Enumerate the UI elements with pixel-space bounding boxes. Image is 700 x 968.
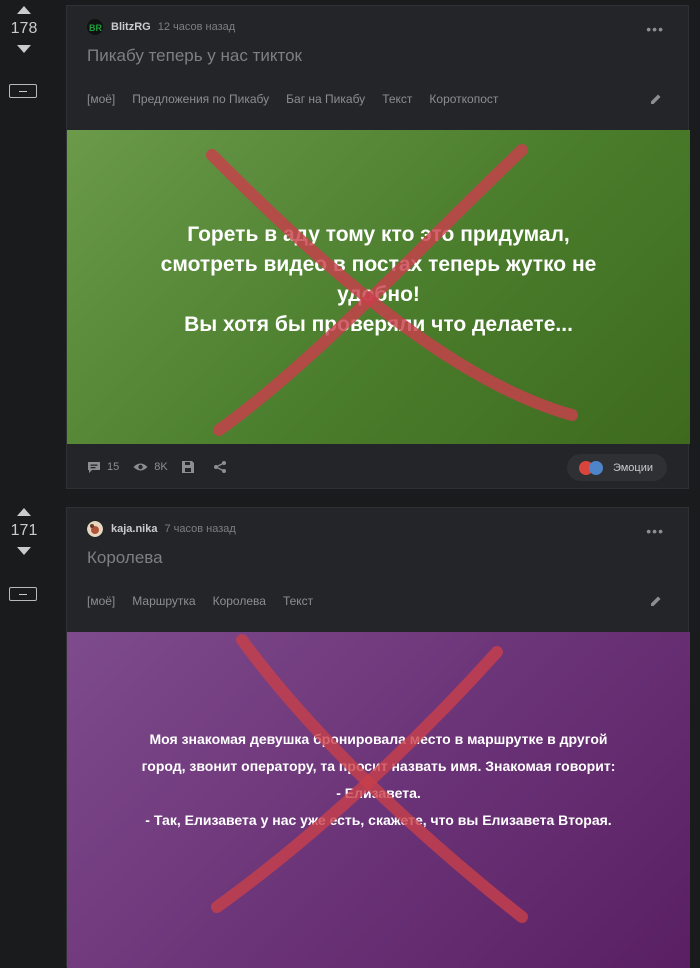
- story-title[interactable]: Королева: [87, 548, 163, 568]
- more-options-icon[interactable]: •••: [646, 523, 664, 539]
- svg-text:BR: BR: [89, 23, 102, 33]
- comments-count: 15: [107, 461, 120, 473]
- tag[interactable]: Королева: [213, 594, 266, 608]
- minus-icon: [19, 91, 27, 92]
- save-icon: [181, 461, 194, 473]
- emotions-button[interactable]: Эмоции: [566, 454, 667, 481]
- video-preview[interactable]: Моя знакомая девушка бронировала место в…: [67, 632, 690, 968]
- share-icon: [213, 461, 226, 473]
- tag[interactable]: [моё]: [87, 594, 115, 608]
- author-name[interactable]: kaja.nika: [111, 523, 157, 535]
- story-card: kaja.nika 7 часов назад ••• Королева [мо…: [66, 507, 690, 968]
- collapse-button[interactable]: [9, 587, 37, 601]
- tag[interactable]: Предложения по Пикабу: [132, 92, 269, 106]
- story-footer: 15 8K Эмоции: [67, 444, 688, 490]
- video-preview[interactable]: Гореть в аду тому кто это придумал, смот…: [67, 130, 690, 444]
- upvote-arrow-icon[interactable]: [17, 508, 31, 516]
- tag[interactable]: Баг на Пикабу: [286, 92, 365, 106]
- author-row: BR BlitzRG 12 часов назад: [87, 19, 235, 35]
- comments-button[interactable]: 15: [87, 461, 119, 474]
- eye-icon: [133, 463, 148, 471]
- edit-tags-icon[interactable]: [650, 92, 662, 110]
- save-button[interactable]: [181, 461, 200, 473]
- story-card: BR BlitzRG 12 часов назад ••• Пикабу теп…: [66, 5, 690, 490]
- rating-block-1: 178: [0, 6, 48, 53]
- story-header: kaja.nika 7 часов назад ••• Королева [мо…: [67, 508, 688, 632]
- author-row: kaja.nika 7 часов назад: [87, 521, 236, 537]
- views-counter: 8K: [133, 461, 168, 473]
- red-cross-mark: [211, 634, 528, 923]
- more-options-icon[interactable]: •••: [646, 21, 664, 37]
- story-header: BR BlitzRG 12 часов назад ••• Пикабу теп…: [67, 6, 688, 130]
- tag[interactable]: Текст: [382, 92, 412, 106]
- post-time[interactable]: 12 часов назад: [158, 21, 235, 33]
- upvote-arrow-icon[interactable]: [17, 6, 31, 14]
- story-title[interactable]: Пикабу теперь у нас тикток: [87, 46, 302, 66]
- tags-list: [моё] Предложения по Пикабу Баг на Пикаб…: [87, 92, 515, 106]
- emotions-label: Эмоции: [612, 461, 653, 474]
- downvote-arrow-icon[interactable]: [17, 45, 31, 53]
- post-time[interactable]: 7 часов назад: [164, 523, 235, 535]
- tag[interactable]: Короткопост: [429, 92, 498, 106]
- downvote-arrow-icon[interactable]: [17, 547, 31, 555]
- share-button[interactable]: [213, 461, 232, 473]
- red-cross-mark: [206, 144, 578, 436]
- tag[interactable]: [моё]: [87, 92, 115, 106]
- edit-tags-icon[interactable]: [650, 594, 662, 612]
- tags-list: [моё] Маршрутка Королева Текст: [87, 594, 330, 608]
- minus-icon: [19, 594, 27, 595]
- rating-value: 178: [10, 20, 38, 37]
- author-name[interactable]: BlitzRG: [111, 21, 151, 33]
- tag[interactable]: Текст: [283, 594, 313, 608]
- rating-block-2: 171: [0, 508, 48, 555]
- collapse-button[interactable]: [9, 84, 37, 98]
- views-count: 8K: [154, 461, 168, 473]
- avatar[interactable]: BR: [87, 19, 103, 35]
- tag[interactable]: Маршрутка: [132, 594, 195, 608]
- rating-value: 171: [10, 522, 38, 539]
- avatar[interactable]: [87, 521, 103, 537]
- theater-emoji-icon: [588, 460, 603, 475]
- comment-icon: [88, 461, 100, 473]
